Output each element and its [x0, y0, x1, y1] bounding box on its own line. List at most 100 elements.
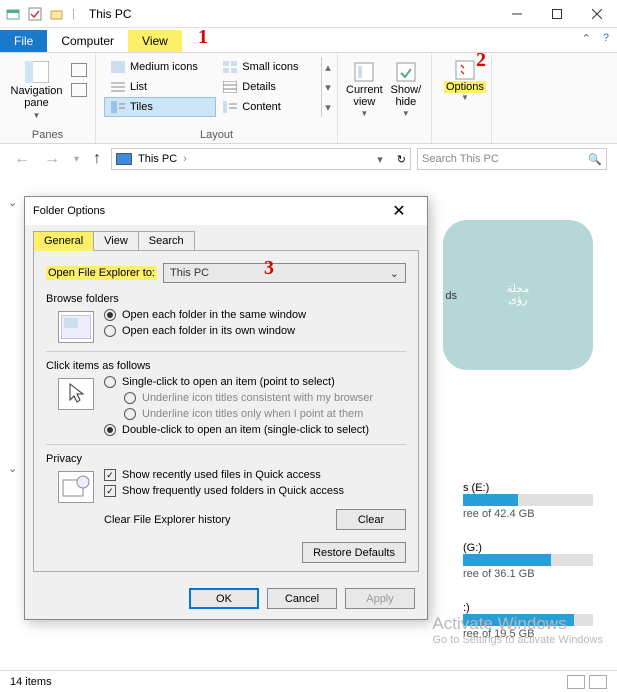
search-box[interactable]: Search This PC 🔍: [417, 148, 607, 170]
breadcrumb-chevron-icon[interactable]: ›: [183, 153, 187, 165]
tree-toggle-1[interactable]: ⌄: [8, 196, 17, 209]
navpane-label: Navigation pane: [11, 85, 63, 109]
details-pane-button[interactable]: [71, 83, 87, 97]
cancel-button[interactable]: Cancel: [267, 588, 337, 609]
recent-dropdown[interactable]: ▾: [70, 154, 83, 165]
layout-scroll-down[interactable]: ▾: [322, 77, 334, 97]
address-row: ← → ▾ ↑ This PC › ▾ ↻ Search This PC 🔍: [0, 144, 617, 174]
showhide-icon: [395, 61, 417, 83]
properties-icon[interactable]: [6, 7, 20, 21]
ribbon-toggle-area: ⌃ ?: [582, 32, 609, 45]
dialog-body: Open File Explorer to: This PC ⌄ 3 Brows…: [33, 250, 419, 572]
dialog-tab-general[interactable]: General: [33, 231, 94, 251]
browse-same-radio[interactable]: Open each folder in the same window: [104, 309, 306, 321]
privacy-icon: [58, 471, 94, 503]
underline-point-radio: Underline icon titles only when I point …: [124, 408, 373, 420]
click-title: Click items as follows: [46, 360, 406, 372]
browse-folders-group: Browse folders Open each folder in the s…: [46, 293, 406, 343]
double-click-radio[interactable]: Double-click to open an item (single-cli…: [104, 424, 373, 436]
layout-list[interactable]: List: [104, 77, 216, 97]
maximize-button[interactable]: [537, 0, 577, 28]
options-icon: [454, 59, 476, 81]
drive-e[interactable]: s (E:) ree of 42.4 GB: [463, 482, 593, 530]
layout-small-icons[interactable]: Small icons: [216, 57, 317, 77]
ribbon-group-currentview: Current view ▼ Show/ hide ▼: [338, 53, 432, 143]
quick-access-toolbar: |: [0, 7, 81, 21]
dialog-title: Folder Options: [33, 205, 105, 217]
drive-free: ree of 36.1 GB: [463, 568, 593, 580]
browse-own-radio[interactable]: Open each folder in its own window: [104, 325, 306, 337]
click-icon: [58, 378, 94, 410]
view-details-icon[interactable]: [567, 675, 585, 689]
layout-scroll-up[interactable]: ▴: [322, 57, 334, 77]
address-dropdown[interactable]: ▾: [373, 153, 387, 166]
tab-file[interactable]: File: [0, 30, 47, 52]
dialog-tab-view[interactable]: View: [93, 231, 139, 251]
folder-dropdown-icon[interactable]: [50, 7, 64, 21]
help-icon[interactable]: ?: [603, 32, 609, 45]
preview-pane-button[interactable]: [71, 63, 87, 77]
dialog-titlebar: Folder Options ✕: [25, 197, 427, 225]
item-count: 14 items: [10, 676, 52, 688]
ribbon-group-panes: Navigation pane ▼ Panes: [0, 53, 96, 143]
tab-view[interactable]: View: [128, 30, 182, 52]
currentview-icon: [353, 61, 375, 83]
browse-icon: [58, 311, 94, 343]
up-button[interactable]: ↑: [89, 150, 105, 168]
privacy-recent-check[interactable]: ✓Show recently used files in Quick acces…: [104, 469, 344, 481]
privacy-freq-check[interactable]: ✓Show frequently used folders in Quick a…: [104, 485, 344, 497]
options-button[interactable]: Options ▼: [440, 57, 490, 104]
ribbon-tabstrip: File Computer View 1: [0, 28, 617, 52]
view-large-icon[interactable]: [589, 675, 607, 689]
click-items-group: Click items as follows Single-click to o…: [46, 360, 406, 436]
clear-button[interactable]: Clear: [336, 509, 406, 530]
refresh-button[interactable]: ↻: [397, 153, 406, 166]
tab-computer[interactable]: Computer: [47, 30, 128, 52]
titlebar: | This PC: [0, 0, 617, 28]
layout-scroll-more[interactable]: ▾: [322, 97, 334, 117]
restore-defaults-button[interactable]: Restore Defaults: [302, 542, 406, 563]
privacy-title: Privacy: [46, 453, 406, 465]
drive-bar-fill: [463, 614, 574, 626]
search-icon: 🔍: [588, 153, 602, 166]
layout-scroll: ▴ ▾ ▾: [321, 57, 329, 117]
back-button[interactable]: ←: [10, 150, 34, 168]
clear-label: Clear File Explorer history: [104, 514, 231, 526]
dialog-tab-search[interactable]: Search: [138, 231, 195, 251]
chevron-down-icon: ▼: [33, 111, 41, 120]
ok-button[interactable]: OK: [189, 588, 259, 609]
drive-g[interactable]: (G:) ree of 36.1 GB: [463, 542, 593, 590]
checkbox-icon[interactable]: [28, 7, 42, 21]
open-explorer-value: This PC: [170, 267, 209, 279]
search-placeholder: Search This PC: [422, 153, 499, 165]
navigation-pane-button[interactable]: Navigation pane ▼: [8, 57, 65, 120]
layout-details[interactable]: Details: [216, 77, 317, 97]
underline-browser-radio: Underline icon titles consistent with my…: [124, 392, 373, 404]
open-explorer-row: Open File Explorer to: This PC ⌄ 3: [46, 263, 406, 283]
thispc-icon: [116, 153, 132, 165]
options-label: Options: [444, 81, 486, 93]
drive-free: ree of 42.4 GB: [463, 508, 593, 520]
group-title-panes: Panes: [8, 127, 87, 141]
current-view-button[interactable]: Current view ▼: [346, 57, 383, 118]
open-explorer-select[interactable]: This PC ⌄: [163, 263, 406, 283]
layout-content[interactable]: Content: [216, 97, 317, 117]
single-click-radio[interactable]: Single-click to open an item (point to s…: [104, 376, 373, 388]
breadcrumb-path[interactable]: This PC: [138, 153, 177, 165]
forward-button[interactable]: →: [40, 150, 64, 168]
layout-medium-icons[interactable]: Medium icons: [104, 57, 216, 77]
statusbar: 14 items: [0, 670, 617, 692]
drive-other[interactable]: :) ree of 19.5 GB: [463, 602, 593, 650]
drive-label: s (E:): [463, 482, 593, 494]
close-button[interactable]: [577, 0, 617, 28]
qa-separator: |: [72, 8, 75, 20]
tree-toggle-2[interactable]: ⌄: [8, 462, 17, 475]
show-hide-button[interactable]: Show/ hide ▼: [389, 57, 423, 118]
collapse-ribbon-icon[interactable]: ⌃: [582, 32, 591, 45]
minimize-button[interactable]: [497, 0, 537, 28]
layout-tiles[interactable]: Tiles: [104, 97, 216, 117]
apply-button[interactable]: Apply: [345, 588, 415, 609]
dialog-close-button[interactable]: ✕: [379, 201, 419, 221]
ds-text: ds: [445, 290, 457, 302]
address-bar[interactable]: This PC › ▾ ↻: [111, 148, 411, 170]
